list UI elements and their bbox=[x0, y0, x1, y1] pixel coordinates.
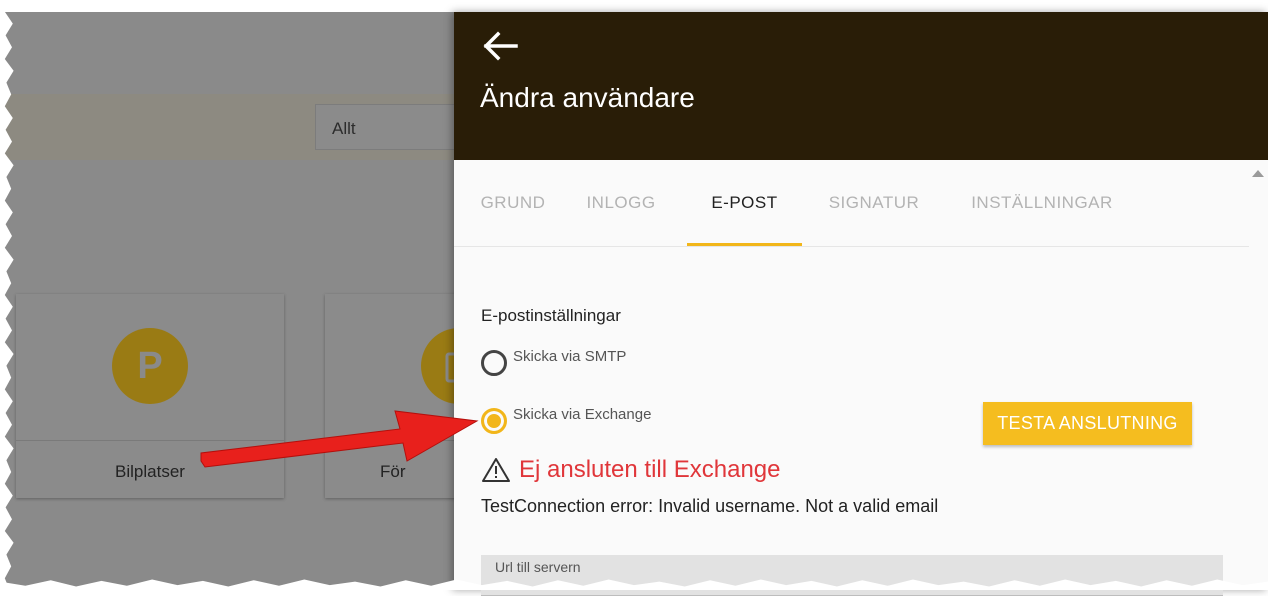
annotation-arrow-icon bbox=[200, 410, 479, 468]
tab-installningar[interactable]: INSTÄLLNINGAR bbox=[966, 160, 1118, 246]
arrow-back-icon[interactable] bbox=[480, 28, 520, 64]
tab-bar: GRUND INLOGG E-POST SIGNATUR INSTÄLLNING… bbox=[454, 160, 1249, 247]
panel-header: Ändra användare bbox=[454, 12, 1268, 160]
radio-smtp[interactable]: Skicka via SMTP bbox=[481, 348, 626, 376]
connection-error: Ej ansluten till Exchange bbox=[481, 456, 781, 484]
radio-exchange[interactable]: Skicka via Exchange bbox=[481, 406, 651, 434]
scroll-up-arrow-icon[interactable] bbox=[1252, 170, 1264, 177]
panel-title: Ändra användare bbox=[480, 82, 695, 113]
error-detail: TestConnection error: Invalid username. … bbox=[481, 496, 939, 516]
email-settings-title: E-postinställningar bbox=[481, 306, 621, 325]
background-filter-select[interactable]: Allt bbox=[315, 104, 475, 150]
tab-inlogg[interactable]: INLOGG bbox=[578, 160, 664, 246]
radio-label-exchange: Skicka via Exchange bbox=[513, 406, 652, 423]
tab-e-post[interactable]: E-POST bbox=[687, 160, 802, 246]
parking-icon: P bbox=[112, 328, 188, 404]
panel-body: GRUND INLOGG E-POST SIGNATUR INSTÄLLNING… bbox=[454, 160, 1268, 596]
server-url-label: Url till servern bbox=[495, 559, 581, 575]
active-tab-indicator bbox=[687, 243, 802, 246]
edit-user-panel: Ändra användare GRUND INLOGG E-POST SIGN… bbox=[454, 12, 1268, 596]
radio-label-smtp: Skicka via SMTP bbox=[513, 348, 627, 365]
error-title: Ej ansluten till Exchange bbox=[519, 456, 781, 483]
tab-grund[interactable]: GRUND bbox=[476, 160, 550, 246]
test-connection-button[interactable]: TESTA ANSLUTNING bbox=[983, 402, 1192, 445]
warning-icon bbox=[482, 458, 510, 482]
radio-button-unchecked[interactable] bbox=[481, 350, 507, 376]
tab-signatur[interactable]: SIGNATUR bbox=[826, 160, 922, 246]
